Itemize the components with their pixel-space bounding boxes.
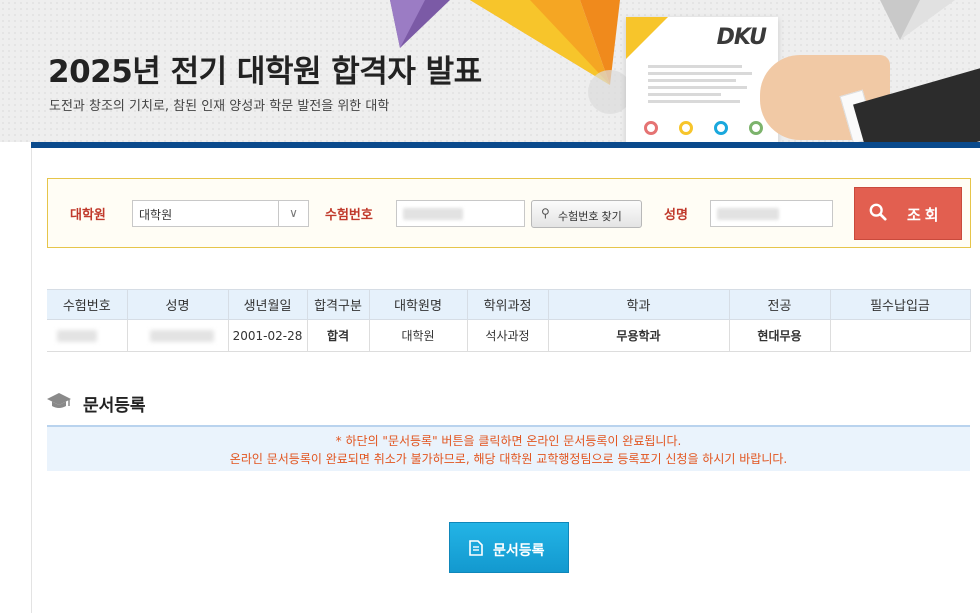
redacted-value: [717, 208, 779, 220]
cell-fee: [829, 319, 971, 352]
graduate-select[interactable]: 대학원 ∨: [132, 200, 309, 227]
table-row: 2001-02-28 합격 대학원 석사과정 무용학과 현대무용: [47, 319, 971, 352]
find-exam-no-label: 수험번호 찾기: [558, 211, 622, 223]
results-table: 수험번호 성명 생년월일 합격구분 대학원명 학위과정 학과 전공 필수납입금 …: [47, 289, 971, 352]
table-header-row: 수험번호 성명 생년월일 합격구분 대학원명 학위과정 학과 전공 필수납입금: [47, 289, 971, 320]
paper-dots: [644, 121, 764, 137]
chevron-down-icon[interactable]: ∨: [278, 201, 308, 226]
col-department: 학과: [547, 289, 730, 320]
document-icon: [469, 540, 483, 556]
paper-fold: [626, 17, 668, 59]
notice-line-1: * 하단의 "문서등록" 버튼을 클릭하면 온라인 문서등록이 완료됩니다.: [335, 434, 682, 448]
graduate-select-value: 대학원: [139, 208, 173, 222]
exam-no-input[interactable]: [396, 200, 525, 227]
page-subtitle: 도전과 창조의 기치로, 참된 인재 양성과 학문 발전을 위한 대학: [49, 99, 390, 114]
search-submit-button[interactable]: 조회: [854, 187, 962, 240]
redacted-value: [149, 330, 214, 342]
cell-degree: 석사과정: [466, 319, 549, 352]
paper-text-lines: [648, 65, 752, 107]
col-graduate: 대학원명: [368, 289, 468, 320]
col-exam-no: 수험번호: [47, 289, 128, 320]
notice-line-2: 온라인 문서등록이 완료되면 취소가 불가하므로, 해당 대학원 교학행정팀으로…: [229, 452, 788, 466]
search-submit-label: 조회: [907, 207, 943, 224]
cell-graduate: 대학원: [368, 319, 468, 352]
document-notice: * 하단의 "문서등록" 버튼을 클릭하면 온라인 문서등록이 완료됩니다. 온…: [47, 425, 970, 471]
graduation-cap-icon: [47, 393, 71, 408]
col-name: 성명: [126, 289, 229, 320]
header-banner: DKU 2025년 전기 대학원 합격자 발표 도전과 창조의 기치로, 참된 …: [0, 0, 980, 142]
col-major: 전공: [728, 289, 831, 320]
col-degree: 학위과정: [466, 289, 549, 320]
name-input[interactable]: [710, 200, 833, 227]
redacted-value: [403, 208, 463, 220]
dku-logo: DKU: [716, 25, 767, 50]
redacted-value: [57, 330, 97, 342]
exam-no-label: 수험번호: [325, 208, 373, 223]
search-panel: 대학원 대학원 ∨ 수험번호 ⚲ 수험번호 찾기 성명 조회: [47, 178, 971, 248]
search-icon: ⚲: [541, 206, 550, 220]
search-icon: [869, 203, 887, 221]
cell-exam-no: [47, 319, 128, 352]
name-label: 성명: [664, 208, 688, 223]
col-fee: 필수납입금: [829, 289, 971, 320]
cell-department: 무용학과: [547, 319, 730, 352]
col-birth: 생년월일: [227, 289, 308, 320]
cell-status: 합격: [306, 319, 370, 352]
graduate-label: 대학원: [70, 208, 106, 223]
brochure-illustration: DKU: [626, 17, 778, 142]
document-section-title: 문서등록: [83, 396, 146, 416]
find-exam-no-button[interactable]: ⚲ 수험번호 찾기: [531, 200, 642, 228]
cell-major: 현대무용: [728, 319, 831, 352]
page-title: 2025년 전기 대학원 합격자 발표: [48, 54, 482, 90]
document-register-label: 문서등록: [493, 542, 545, 558]
cell-birth: 2001-02-28: [227, 319, 308, 352]
col-status: 합격구분: [306, 289, 370, 320]
document-register-button[interactable]: 문서등록: [449, 522, 569, 573]
cell-name: [126, 319, 229, 352]
